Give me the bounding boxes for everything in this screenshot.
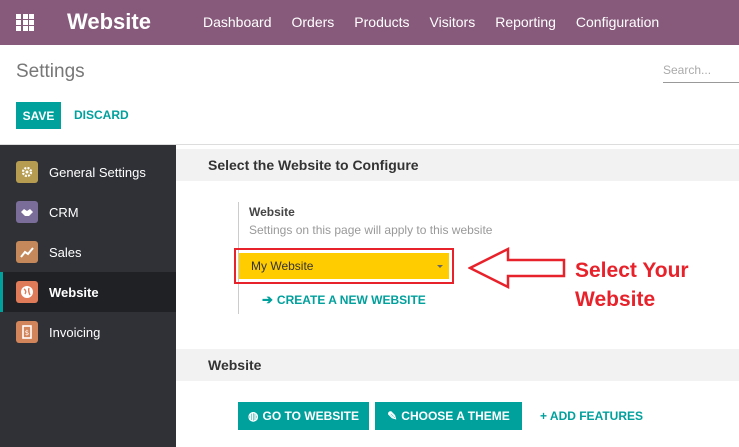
- section-header: Select the Website to Configure: [176, 149, 739, 181]
- app-title: Website: [67, 9, 151, 34]
- discard-button[interactable]: DISCARD: [74, 108, 129, 122]
- save-button[interactable]: SAVE: [16, 102, 61, 129]
- choose-theme-label: CHOOSE A THEME: [401, 409, 510, 423]
- search-input[interactable]: Search...: [663, 63, 739, 83]
- highlight-box: My Website: [234, 248, 454, 284]
- breadcrumb: Settings: [16, 61, 85, 82]
- apps-grid-icon[interactable]: [16, 14, 34, 31]
- annotation-line-2: Website: [575, 288, 656, 311]
- field-label: Website: [249, 205, 295, 219]
- annotation-line-1: Select Your: [575, 259, 689, 282]
- sidebar-item-label: General Settings: [49, 164, 146, 180]
- section-title: Website: [208, 357, 262, 373]
- annotation-arrow-icon: [468, 247, 566, 289]
- create-website-link[interactable]: ➔ CREATE A NEW WEBSITE: [262, 292, 426, 308]
- sidebar-item-sales[interactable]: Sales: [0, 232, 176, 272]
- menu-products[interactable]: Products: [354, 14, 409, 30]
- top-navbar: Website Dashboard Orders Products Visito…: [0, 0, 739, 45]
- sidebar-item-invoicing[interactable]: $ Invoicing: [0, 312, 176, 352]
- main-menu: Dashboard Orders Products Visitors Repor…: [203, 14, 679, 30]
- sidebar-item-label: Website: [49, 284, 99, 300]
- chevron-down-icon: [437, 265, 443, 268]
- field-help-text: Settings on this page will apply to this…: [249, 223, 493, 237]
- globe-icon: ◍: [248, 409, 259, 423]
- annotation-text: Select Your Website: [575, 256, 735, 314]
- arrow-right-icon: ➔: [262, 292, 273, 307]
- sidebar-item-crm[interactable]: CRM: [0, 192, 176, 232]
- section-header: Website: [176, 349, 739, 381]
- sidebar-item-label: CRM: [49, 204, 79, 220]
- sidebar-item-label: Invoicing: [49, 324, 101, 340]
- menu-reporting[interactable]: Reporting: [495, 14, 556, 30]
- choose-theme-button[interactable]: ✎ CHOOSE A THEME: [375, 402, 522, 430]
- sidebar-item-label: Sales: [49, 244, 82, 260]
- add-features-link[interactable]: + ADD FEATURES: [540, 409, 643, 423]
- settings-sidebar: General Settings CRM Sales Website $ Inv…: [0, 145, 176, 447]
- website-select[interactable]: My Website: [239, 253, 449, 279]
- sidebar-item-website[interactable]: Website: [0, 272, 176, 312]
- menu-configuration[interactable]: Configuration: [576, 14, 659, 30]
- sidebar-item-general-settings[interactable]: General Settings: [0, 152, 176, 192]
- svg-text:$: $: [25, 329, 29, 337]
- section-title: Select the Website to Configure: [208, 157, 419, 173]
- menu-dashboard[interactable]: Dashboard: [203, 14, 272, 30]
- create-website-label: CREATE A NEW WEBSITE: [276, 293, 426, 307]
- gear-icon: [16, 161, 38, 183]
- go-to-website-label: GO TO WEBSITE: [262, 409, 359, 423]
- chart-icon: [16, 241, 38, 263]
- invoice-icon: $: [16, 321, 38, 343]
- go-to-website-button[interactable]: ◍ GO TO WEBSITE: [238, 402, 369, 430]
- menu-visitors[interactable]: Visitors: [430, 14, 476, 30]
- brush-icon: ✎: [387, 409, 398, 423]
- handshake-icon: [16, 201, 38, 223]
- menu-orders[interactable]: Orders: [292, 14, 335, 30]
- globe-icon: [16, 281, 38, 303]
- selected-website: My Website: [251, 259, 314, 273]
